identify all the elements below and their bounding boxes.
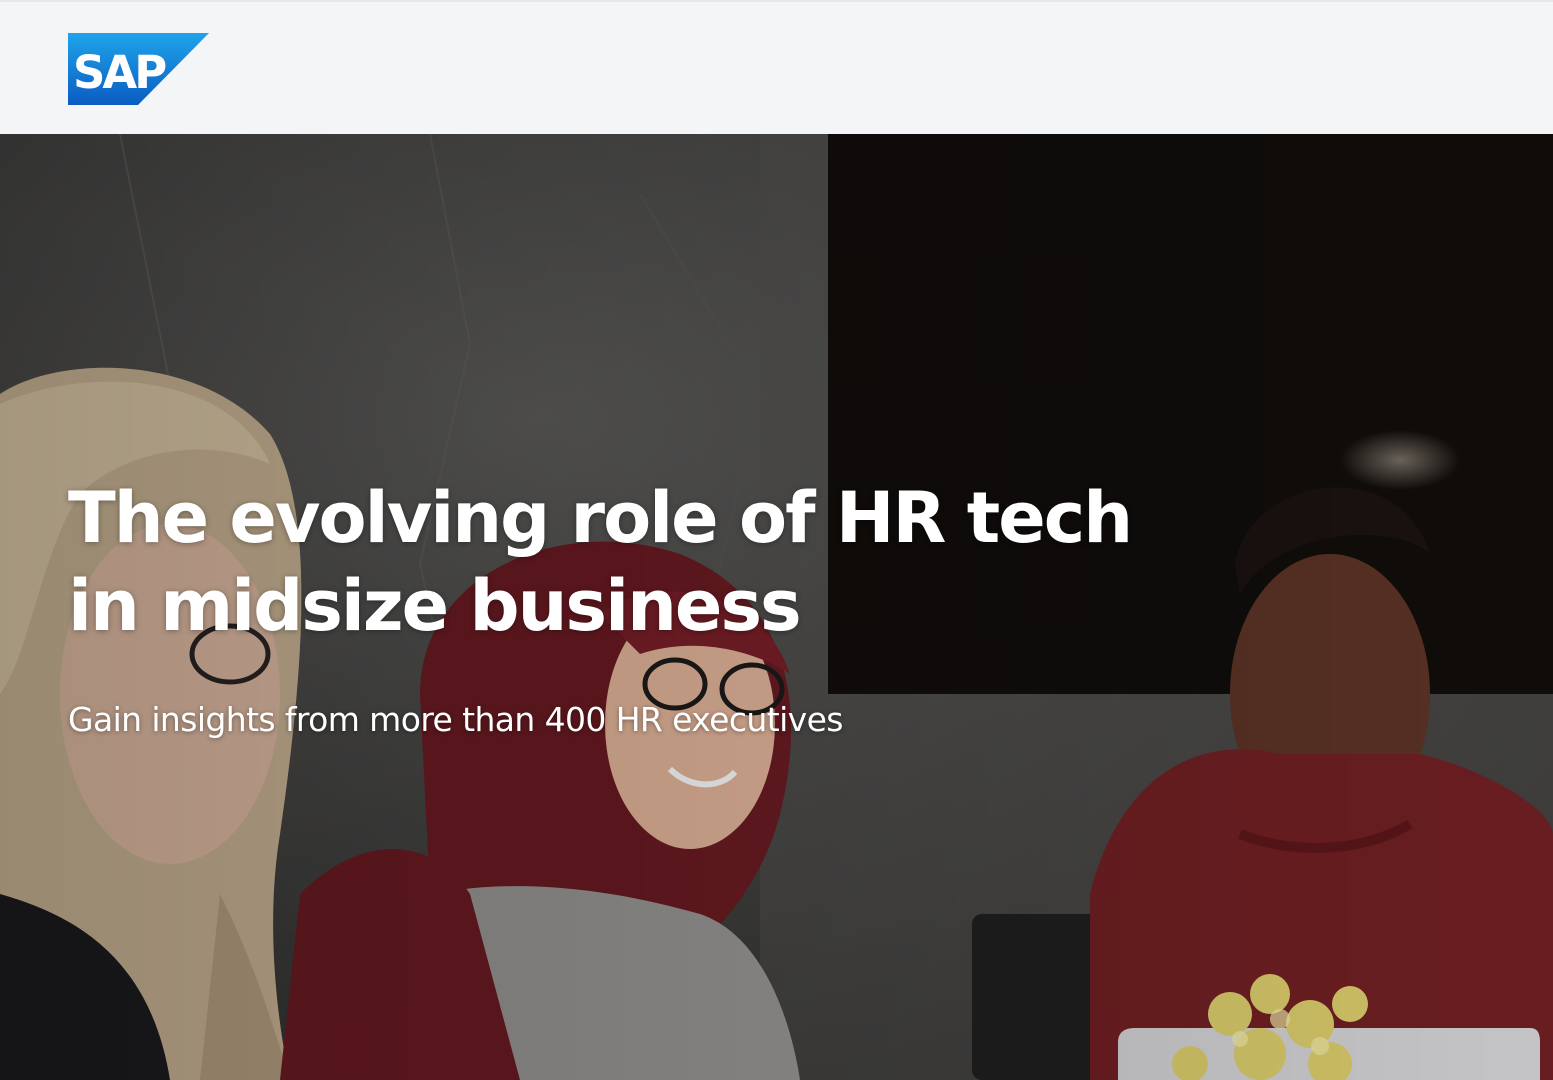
sap-logo[interactable]: SAP [68,33,209,105]
site-header: SAP [0,0,1553,134]
hero-headline: The evolving role of HR tech in midsize … [68,477,1133,647]
hero-banner: The evolving role of HR tech in midsize … [0,134,1553,1080]
svg-text:SAP: SAP [73,46,166,99]
hero-subheadline: Gain insights from more than 400 HR exec… [68,700,843,739]
